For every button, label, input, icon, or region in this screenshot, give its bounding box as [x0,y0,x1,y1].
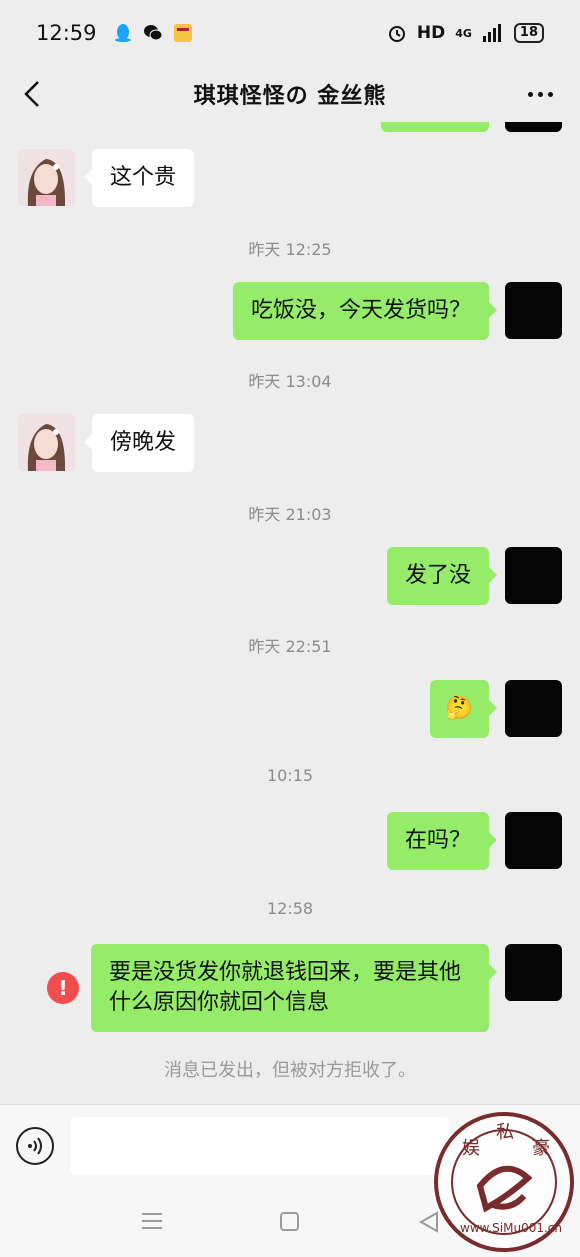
alarm-icon [388,26,405,42]
rejected-notice: 消息已发出，但被对方拒收了。 [164,1060,416,1081]
message-timestamp: 昨天 13:04 [248,372,332,391]
message-input[interactable] [70,1117,450,1175]
home-icon[interactable] [280,1212,299,1231]
signal-icon [482,24,501,42]
message-bubble-incoming[interactable]: 傍晚发 [83,414,195,472]
chevron-left-icon [24,81,39,107]
contact-avatar-image [18,414,75,471]
watermark-seal: 娱 私 豪 www.SiMu001.cn [434,1112,574,1252]
my-avatar[interactable] [505,282,562,339]
more-dot-icon [547,91,553,97]
watermark-char: 私 [496,1122,514,1143]
status-bar: 12:59 HD 4G 18 [0,0,580,66]
contact-avatar-image [18,149,75,206]
back-button[interactable] [14,74,54,114]
contact-avatar[interactable] [18,414,75,471]
battery-indicator: 18 [513,23,544,43]
network-label: HD [416,23,446,43]
chat-area[interactable]: 这个贵 昨天 12:25 吃饭没，今天发货吗？ 昨天 13:04 傍晚发 昨天 … [0,122,580,1104]
notification-icons [113,23,193,43]
more-options-button[interactable] [520,74,560,114]
chat-title: 琪琪怪怪の 金丝熊 [193,84,387,109]
message-timestamp: 12:58 [266,899,314,918]
qq-icon [114,24,131,42]
signal-label: 4G [455,26,472,40]
message-timestamp: 10:15 [266,766,314,785]
watermark-url: www.SiMu001.cn [460,1221,562,1235]
more-dot-icon [527,91,533,97]
message-bubble-outgoing-failed[interactable]: 要是没货发你就退钱回来，要是其他什么原因你就回个信息 [91,944,497,1032]
message-bubble-outgoing[interactable]: 吃饭没，今天发货吗？ [232,282,498,340]
prev-message-fragment [381,122,489,132]
voice-input-button[interactable] [16,1127,54,1165]
my-avatar[interactable] [505,944,562,1001]
message-timestamp: 昨天 22:51 [248,637,332,656]
message-timestamp: 昨天 21:03 [248,505,332,524]
watermark-logo: 娱 私 豪 www.SiMu001.cn [451,1122,562,1235]
menu-icon[interactable] [142,1212,162,1230]
message-timestamp: 昨天 12:25 [248,240,332,259]
more-dot-icon [537,91,543,97]
watermark-char: 豪 [532,1138,550,1159]
voice-icon [28,1137,42,1155]
my-avatar[interactable] [505,680,562,737]
contact-avatar[interactable] [18,149,75,206]
status-right: HD 4G 18 [387,23,544,43]
app-notification-icon [173,24,192,42]
status-time: 12:59 [36,21,97,45]
emoji-message-bubble[interactable]: 🤔 [429,680,498,738]
message-bubble-outgoing[interactable]: 在吗？ [386,812,498,870]
wechat-icon [143,25,163,41]
prev-avatar-fragment [505,122,562,132]
message-bubble-incoming[interactable]: 这个贵 [83,149,195,207]
send-failed-icon[interactable]: ! [47,972,79,1004]
message-bubble-outgoing[interactable]: 发了没 [386,547,498,605]
my-avatar[interactable] [505,547,562,604]
thinking-emoji-icon: 🤔 [445,696,473,721]
my-avatar[interactable] [505,812,562,869]
chat-header: 琪琪怪怪の 金丝熊 [0,66,580,122]
watermark-char: 娱 [462,1138,480,1159]
